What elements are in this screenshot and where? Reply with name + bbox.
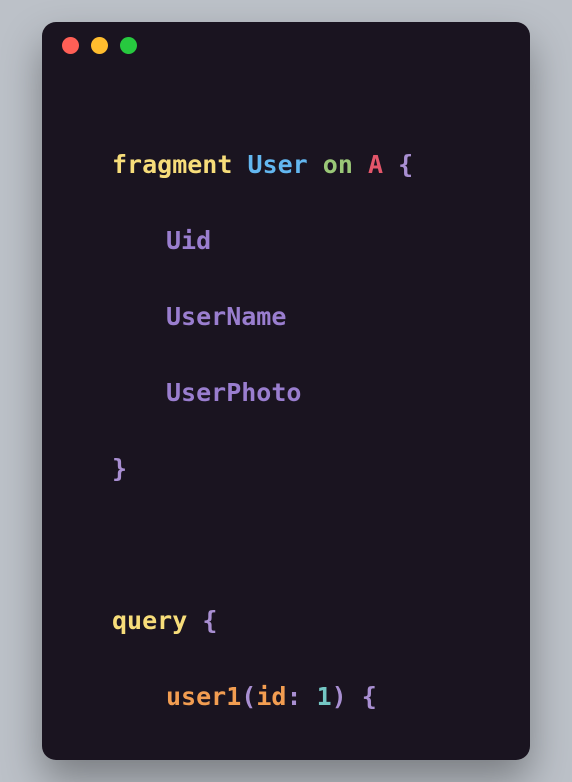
fragment-name: User xyxy=(247,150,307,179)
field-uid: Uid xyxy=(166,226,211,255)
blank-line xyxy=(52,526,520,564)
open-brace: { xyxy=(362,682,377,711)
keyword-fragment: fragment xyxy=(112,150,232,179)
code-line: query { xyxy=(52,602,520,640)
field-user1: user1 xyxy=(166,682,241,711)
close-brace: } xyxy=(112,454,127,483)
code-line: Uid xyxy=(52,222,520,260)
code-window: fragment User on A { Uid UserName UserPh… xyxy=(42,22,530,760)
code-line: user1(id: 1) { xyxy=(52,678,520,716)
code-block: fragment User on A { Uid UserName UserPh… xyxy=(42,68,530,760)
close-icon[interactable] xyxy=(62,37,79,54)
arg-id: id xyxy=(256,682,286,711)
zoom-icon[interactable] xyxy=(120,37,137,54)
code-line: } xyxy=(52,450,520,488)
open-brace: { xyxy=(202,606,217,635)
code-line: UserName xyxy=(52,298,520,336)
field-username: UserName xyxy=(166,302,286,331)
open-brace: { xyxy=(398,150,413,179)
minimize-icon[interactable] xyxy=(91,37,108,54)
field-userphoto: UserPhoto xyxy=(166,378,301,407)
fragment-type: A xyxy=(368,150,383,179)
keyword-query: query xyxy=(112,606,187,635)
spread-dots: ... xyxy=(196,758,241,760)
arg-value: 1 xyxy=(317,682,332,711)
code-line: fragment User on A { xyxy=(52,146,520,184)
spread-user: User xyxy=(241,758,301,760)
keyword-on: on xyxy=(323,150,353,179)
code-line: ...User xyxy=(52,754,520,760)
window-titlebar xyxy=(42,22,530,68)
colon: : xyxy=(286,682,301,711)
open-paren: ( xyxy=(241,682,256,711)
close-paren: ) xyxy=(332,682,347,711)
code-line: UserPhoto xyxy=(52,374,520,412)
